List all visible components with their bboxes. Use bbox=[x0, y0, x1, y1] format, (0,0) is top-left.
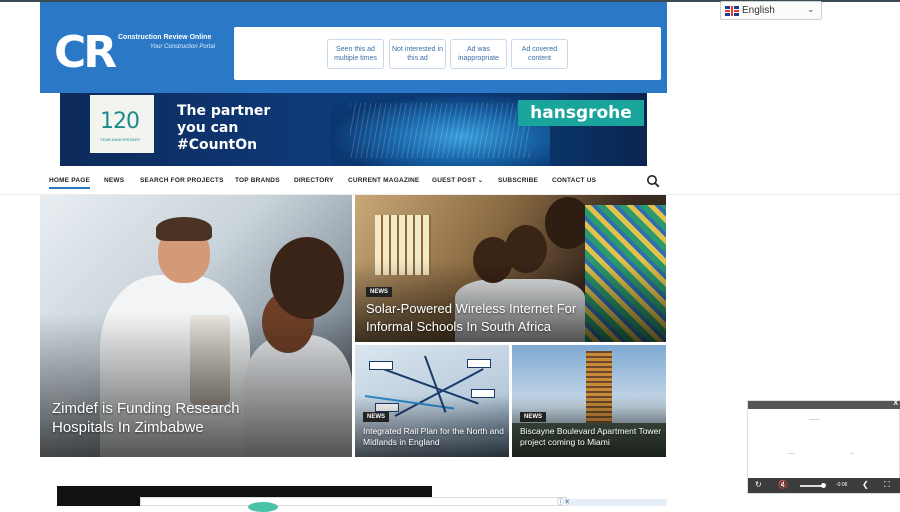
site-tagline: Your Construction Portal bbox=[150, 44, 216, 50]
main-article-title[interactable]: Zimdef is Funding Research Hospitals In … bbox=[52, 399, 292, 437]
anniversary-logo: 120 YEAR ANNIVERSARY bbox=[90, 95, 154, 153]
nav-search-projects[interactable]: SEARCH FOR PROJECTS bbox=[140, 177, 224, 184]
site-header: CR Construction Review Online Your Const… bbox=[40, 2, 667, 93]
category-badge[interactable]: NEWS bbox=[366, 287, 392, 297]
player-caption: —— bbox=[788, 451, 795, 455]
logo-mark: CR bbox=[54, 27, 117, 78]
rail-article-title[interactable]: Integrated Rail Plan for the North and M… bbox=[363, 426, 505, 448]
anniversary-label: YEAR ANNIVERSARY bbox=[100, 137, 141, 142]
mute-icon[interactable]: 🔇 bbox=[778, 480, 788, 489]
nav-current-magazine[interactable]: CURRENT MAGAZINE bbox=[348, 177, 419, 184]
featured-article-rail[interactable]: NEWS Integrated Rail Plan for the North … bbox=[355, 345, 509, 457]
fullscreen-icon[interactable]: ⛶ bbox=[884, 480, 890, 490]
featured-article-tower[interactable]: NEWS Biscayne Boulevard Apartment Tower … bbox=[512, 345, 666, 457]
language-selector[interactable]: English ⌄ bbox=[720, 1, 822, 20]
chevron-down-icon: ⌄ bbox=[807, 4, 815, 14]
ad-feedback-seen-button[interactable]: Seen this ad multiple times bbox=[327, 39, 384, 69]
uk-flag-icon bbox=[725, 6, 739, 16]
ad-feedback-covered-button[interactable]: Ad covered content bbox=[511, 39, 568, 69]
tower-article-title[interactable]: Biscayne Boulevard Apartment Tower proje… bbox=[520, 426, 662, 448]
solar-article-title[interactable]: Solar-Powered Wireless Internet For Info… bbox=[366, 300, 616, 336]
brand-logo: hansgrohe bbox=[518, 100, 644, 126]
nav-home[interactable]: HOME PAGE bbox=[49, 177, 91, 189]
site-logo[interactable]: CR Construction Review Online Your Const… bbox=[54, 26, 216, 81]
close-icon[interactable]: X bbox=[893, 400, 898, 407]
player-caption: ——— bbox=[809, 417, 820, 421]
featured-article-main[interactable]: Zimdef is Funding Research Hospitals In … bbox=[40, 195, 352, 457]
banner-ad[interactable]: 120 YEAR ANNIVERSARY The partner you can… bbox=[60, 93, 647, 166]
banner-line-3: #CountOn bbox=[177, 137, 258, 153]
volume-handle[interactable] bbox=[821, 483, 826, 488]
bottom-ad-strip bbox=[567, 499, 667, 506]
playback-time: -0:06 bbox=[836, 482, 848, 488]
replay-icon[interactable]: ↻ bbox=[755, 480, 762, 489]
scientist-hair bbox=[156, 217, 212, 241]
category-badge[interactable]: NEWS bbox=[520, 412, 546, 422]
nav-subscribe[interactable]: SUBSCRIBE bbox=[498, 177, 538, 184]
site-name: Construction Review Online bbox=[118, 34, 212, 41]
ad-feedback-not-interested-button[interactable]: Not interested in this ad bbox=[389, 39, 446, 69]
featured-article-solar[interactable]: NEWS Solar-Powered Wireless Internet For… bbox=[355, 195, 666, 342]
banner-headline: The partner you can #CountOn bbox=[177, 103, 270, 154]
language-label: English bbox=[742, 5, 775, 16]
nav-top-brands[interactable]: TOP BRANDS bbox=[235, 177, 280, 184]
ad-feedback-inappropriate-button[interactable]: Ad was inappropriate bbox=[450, 39, 507, 69]
nav-guest-post-label: GUEST POST bbox=[432, 177, 476, 184]
player-controls: ↻ 🔇 -0:06 ❮ ⛶ bbox=[748, 478, 900, 493]
player-title-bar: X bbox=[748, 400, 900, 409]
main-nav: HOME PAGE NEWS SEARCH FOR PROJECTS TOP B… bbox=[0, 166, 900, 195]
nav-directory[interactable]: DIRECTORY bbox=[294, 177, 334, 184]
banner-line-2: you can bbox=[177, 120, 239, 136]
ad-graphic bbox=[248, 502, 278, 512]
share-icon[interactable]: ❮ bbox=[862, 480, 869, 489]
map-label-box bbox=[467, 359, 491, 368]
search-icon[interactable] bbox=[646, 174, 660, 188]
chevron-down-icon: ⌄ bbox=[477, 178, 484, 184]
shower-spray-image bbox=[330, 93, 550, 166]
nav-contact-us[interactable]: CONTACT US bbox=[552, 177, 596, 184]
nav-news[interactable]: NEWS bbox=[104, 177, 124, 184]
floating-video-player[interactable]: X ——— —— — ↻ 🔇 -0:06 ❮ ⛶ bbox=[747, 400, 900, 494]
ad-feedback-panel: Seen this ad multiple times Not interest… bbox=[234, 27, 661, 80]
map-label-box bbox=[369, 361, 393, 370]
researcher-hair bbox=[270, 237, 344, 319]
banner-line-1: The partner bbox=[177, 103, 271, 119]
volume-slider[interactable] bbox=[800, 485, 822, 487]
category-badge[interactable]: NEWS bbox=[363, 412, 389, 422]
bottom-ad-banner[interactable] bbox=[140, 497, 567, 506]
nav-guest-post[interactable]: GUEST POST ⌄ bbox=[432, 177, 483, 184]
anniversary-number: 120 bbox=[100, 109, 140, 134]
player-caption: — bbox=[850, 451, 854, 455]
